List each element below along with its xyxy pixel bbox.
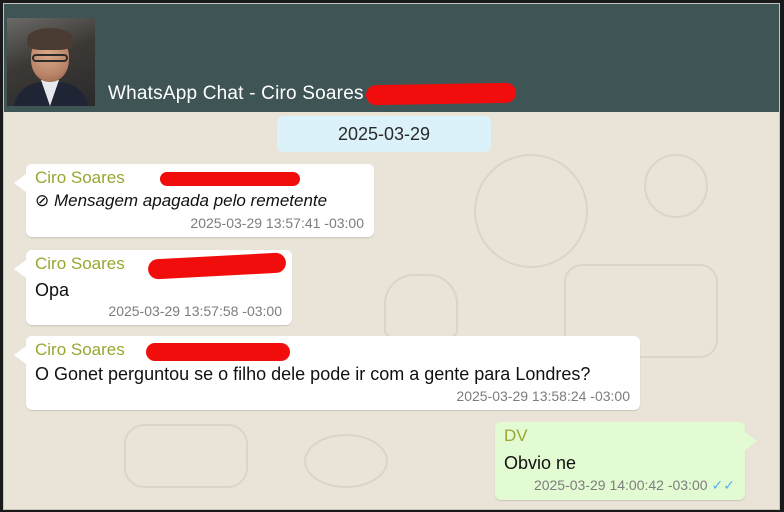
avatar-glasses — [32, 54, 68, 62]
chat-title: WhatsApp Chat - Ciro Soares — [108, 83, 364, 104]
redaction-mark — [160, 172, 300, 186]
message-bubble[interactable]: Ciro Soares O Gonet perguntou se o filho… — [14, 336, 640, 410]
redaction-mark — [365, 82, 517, 106]
message-timestamp: 2025-03-29 13:57:58 -03:00 — [108, 303, 282, 319]
chat-window: WhatsApp Chat - Ciro Soares 2025-03-29 C… — [3, 3, 780, 510]
message-timestamp: 2025-03-29 13:57:41 -03:00 — [190, 215, 364, 231]
message-text: Obvio ne — [504, 453, 577, 473]
message-sender: Ciro Soares — [35, 340, 125, 359]
message-bubble[interactable]: Ciro Soares ⊘ Mensagem apagada pelo reme… — [14, 164, 374, 237]
message-text: ⊘ Mensagem apagada pelo remetente — [35, 191, 328, 210]
wallpaper-doodle — [124, 424, 248, 488]
contact-avatar[interactable] — [7, 18, 95, 106]
message-timestamp-row: 2025-03-29 14:00:42 -03:00 ✓✓ — [534, 477, 735, 494]
message-sender: Ciro Soares — [35, 254, 125, 273]
avatar-hair — [27, 28, 73, 50]
redaction-mark — [147, 252, 287, 280]
chat-header: WhatsApp Chat - Ciro Soares — [4, 4, 779, 112]
message-sender: Ciro Soares — [35, 168, 125, 187]
date-separator: 2025-03-29 — [277, 116, 491, 152]
redaction-mark — [146, 343, 290, 361]
double-check-icon: ✓✓ — [711, 477, 735, 493]
wallpaper-doodle — [474, 154, 588, 268]
wallpaper-doodle — [304, 434, 388, 488]
message-bubble[interactable]: Ciro Soares Opa 2025-03-29 13:57:58 -03:… — [14, 250, 292, 325]
message-sender: DV — [504, 426, 528, 445]
message-timestamp: 2025-03-29 14:00:42 -03:00 — [533, 477, 708, 493]
message-text: Opa — [35, 280, 70, 300]
wallpaper-doodle — [644, 154, 708, 218]
message-timestamp: 2025-03-29 13:58:24 -03:00 — [456, 388, 630, 404]
wallpaper-doodle — [384, 274, 458, 338]
message-bubble-outgoing[interactable]: DV Obvio ne 2025-03-29 14:00:42 -03:00 ✓✓ — [495, 422, 757, 500]
message-text: O Gonet perguntou se o filho dele pode i… — [35, 364, 591, 384]
